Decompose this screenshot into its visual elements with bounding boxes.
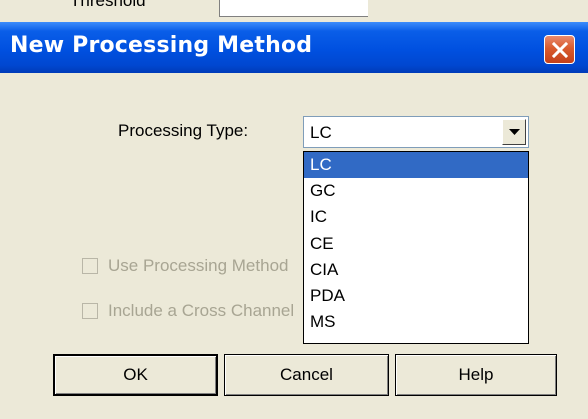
dialog-title: New Processing Method — [10, 33, 313, 58]
include-cross-channel-option[interactable]: Include a Cross Channel — [82, 301, 294, 321]
dropdown-option-cia[interactable]: CIA — [304, 257, 528, 283]
dropdown-option-lc[interactable]: LC — [304, 152, 528, 179]
processing-type-label: Processing Type: — [118, 121, 249, 140]
use-processing-method-option[interactable]: Use Processing Method — [82, 256, 288, 276]
include-cross-channel-checkbox[interactable] — [82, 303, 98, 319]
processing-type-dropdown-list: LC GC IC CE CIA PDA MS — [303, 151, 529, 344]
ok-button[interactable]: OK — [53, 354, 218, 396]
dropdown-option-gc[interactable]: GC — [304, 178, 528, 204]
use-processing-method-checkbox[interactable] — [82, 258, 98, 274]
dropdown-option-ce[interactable]: CE — [304, 231, 528, 257]
use-processing-method-label: Use Processing Method — [108, 256, 289, 275]
combobox-dropdown-button[interactable] — [502, 119, 526, 145]
processing-type-combobox[interactable]: LC — [303, 116, 529, 148]
close-button[interactable] — [544, 35, 575, 64]
dropdown-option-ms[interactable]: MS — [304, 309, 528, 335]
cancel-button[interactable]: Cancel — [224, 354, 389, 396]
help-button[interactable]: Help — [395, 354, 557, 396]
help-button-label: Help — [458, 365, 494, 384]
background-field — [219, 0, 368, 17]
background-window: Threshold — [0, 0, 588, 22]
background-label-cell: Threshold — [0, 0, 218, 22]
dialog-titlebar[interactable]: New Processing Method — [0, 22, 588, 73]
dropdown-option-ic[interactable]: IC — [304, 204, 528, 230]
ok-button-label: OK — [123, 365, 148, 384]
processing-type-value: LC — [310, 123, 332, 142]
cancel-button-label: Cancel — [280, 365, 333, 384]
dropdown-option-pda[interactable]: PDA — [304, 283, 528, 309]
background-label: Threshold — [70, 0, 146, 10]
chevron-down-icon — [508, 128, 520, 135]
close-icon — [551, 41, 568, 58]
include-cross-channel-label: Include a Cross Channel — [108, 301, 295, 320]
